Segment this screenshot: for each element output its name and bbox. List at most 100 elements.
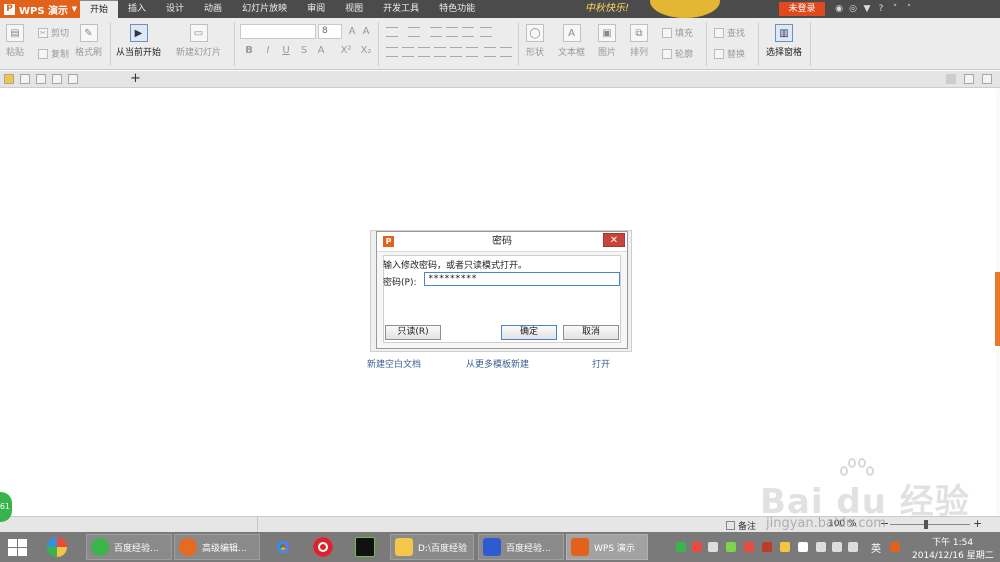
new-tab-icon[interactable]: + (130, 71, 141, 87)
app-tray-icon[interactable] (744, 542, 754, 552)
wps-tray-icon[interactable] (890, 542, 900, 552)
tab-slideshow[interactable]: 幻灯片放映 (232, 0, 297, 18)
bold-icon[interactable]: B (243, 45, 255, 57)
underline-icon[interactable]: U (280, 45, 292, 57)
replace-button[interactable]: 替换 (714, 47, 745, 60)
strikethrough-icon[interactable]: A (315, 45, 327, 57)
align-center-icon[interactable] (402, 47, 414, 57)
chrome-icon[interactable] (264, 534, 302, 560)
text-direction-icon[interactable] (466, 47, 478, 57)
tab-review[interactable]: 审阅 (297, 0, 335, 18)
cut-button[interactable]: ✂ 剪切 (38, 26, 69, 39)
windows-start-icon[interactable] (6, 537, 28, 557)
taskbar-item-baidu[interactable]: 百度经验... (478, 534, 564, 560)
customize-icon[interactable] (114, 74, 124, 84)
columns-icon[interactable] (480, 27, 492, 37)
save-as-icon[interactable] (36, 74, 46, 84)
justify-icon[interactable] (434, 47, 446, 57)
open-file-link[interactable]: 打开 (592, 357, 610, 370)
pinwheel-app-icon[interactable] (38, 534, 76, 560)
clock-date[interactable]: 2014/12/16 星期二 (912, 548, 994, 561)
gpu-icon[interactable] (726, 542, 736, 552)
clock-time[interactable]: 下午 1:54 (932, 535, 973, 548)
chevron-down-icon[interactable]: ˅ (890, 2, 900, 16)
font-size-select[interactable]: 8 (318, 24, 342, 39)
arrange-button[interactable]: ⧉ 排列 (630, 24, 648, 58)
smartart-icon[interactable] (500, 47, 512, 57)
input-method-indicator[interactable]: 英 (871, 540, 881, 555)
new-from-template-link[interactable]: 从更多模板新建 (466, 357, 529, 370)
tab-view[interactable]: 视图 (335, 0, 373, 18)
selection-pane-button[interactable]: ▥ 选择窗格 (766, 24, 802, 58)
taskbar-item-explorer[interactable]: D:\百度经验 (390, 534, 474, 560)
numbering-icon[interactable] (408, 27, 420, 37)
tab-special[interactable]: 特色功能 (429, 0, 485, 18)
usb-icon[interactable] (816, 542, 826, 552)
taskbar-item-firefox[interactable]: 高级编辑... (174, 534, 260, 560)
decrease-indent-icon[interactable] (430, 27, 442, 37)
play-from-current-button[interactable]: ▶ 从当前开始 (116, 24, 161, 58)
tab-insert[interactable]: 插入 (118, 0, 156, 18)
zoom-out-icon[interactable]: − (880, 517, 889, 530)
side-panel-handle[interactable] (995, 272, 1000, 346)
font-name-select[interactable] (240, 24, 316, 39)
shrink-font-icon[interactable]: A (360, 26, 372, 38)
text-align-icon[interactable] (484, 47, 496, 57)
shape-button[interactable]: ◯ 形状 (526, 24, 544, 58)
skin-icon[interactable]: ▼ (862, 2, 872, 16)
read-only-button[interactable]: 只读(R) (385, 325, 441, 340)
shield-icon[interactable] (676, 542, 686, 552)
dreamweaver-icon[interactable] (346, 534, 384, 560)
password-input[interactable]: ********* (424, 272, 620, 286)
speaker-icon[interactable] (848, 542, 858, 552)
update-icon[interactable] (780, 542, 790, 552)
taskbar-item-ie[interactable]: 百度经验... (86, 534, 172, 560)
tab-home[interactable]: 开始 (80, 0, 119, 18)
outline-button[interactable]: 轮廓 (662, 47, 693, 60)
mail-tray-icon[interactable] (762, 542, 772, 552)
taskbar-item-wps[interactable]: WPS 演示 (566, 534, 648, 560)
save-icon[interactable] (20, 74, 30, 84)
ok-button[interactable]: 确定 (501, 325, 557, 340)
open-folder-icon[interactable] (4, 74, 14, 84)
security-icon[interactable] (692, 542, 702, 552)
align-left-icon[interactable] (386, 47, 398, 57)
distribute-icon[interactable] (450, 47, 462, 57)
volume-icon[interactable] (708, 542, 718, 552)
login-button[interactable]: 未登录 (779, 2, 825, 16)
app-menu-button[interactable]: P WPS 演示 ▼ (0, 0, 80, 18)
sync-icon[interactable]: ◉ (834, 2, 844, 16)
picture-button[interactable]: ▣ 图片 (598, 24, 616, 58)
italic-icon[interactable]: I (262, 45, 274, 57)
tab-developer[interactable]: 开发工具 (373, 0, 429, 18)
restore-icon[interactable] (964, 74, 974, 84)
find-button[interactable]: 查找 (714, 26, 745, 39)
ribbon-collapse-icon[interactable]: ˄ (904, 2, 914, 16)
align-right-icon[interactable] (418, 47, 430, 57)
subscript-icon[interactable]: X₂ (360, 45, 372, 57)
copy-button[interactable]: 复制 (38, 47, 69, 60)
cloud-icon[interactable] (798, 542, 808, 552)
opera-icon[interactable] (304, 534, 342, 560)
close-doc-icon[interactable] (982, 74, 992, 84)
print-icon[interactable] (52, 74, 62, 84)
share-icon[interactable]: ◎ (848, 2, 858, 16)
shadow-icon[interactable]: S (298, 45, 310, 57)
paste-button[interactable]: ▤ 粘贴 (6, 24, 24, 58)
zoom-slider-thumb[interactable] (924, 520, 928, 529)
bullets-icon[interactable] (386, 27, 398, 37)
help-icon[interactable]: ? (876, 2, 886, 16)
print-preview-icon[interactable] (68, 74, 78, 84)
cancel-button[interactable]: 取消 (563, 325, 619, 340)
grow-font-icon[interactable]: A (346, 26, 358, 38)
fill-button[interactable]: 填充 (662, 26, 693, 39)
zoom-slider[interactable] (890, 524, 970, 525)
notes-button[interactable]: 备注 (726, 519, 756, 532)
superscript-icon[interactable]: X² (340, 45, 352, 57)
tab-animation[interactable]: 动画 (194, 0, 232, 18)
line-spacing-icon[interactable] (462, 27, 474, 37)
textbox-button[interactable]: A 文本框 (558, 24, 585, 58)
undo-icon[interactable] (84, 74, 94, 84)
tab-design[interactable]: 设计 (156, 0, 194, 18)
format-painter-button[interactable]: ✎ 格式刷 (75, 24, 102, 58)
